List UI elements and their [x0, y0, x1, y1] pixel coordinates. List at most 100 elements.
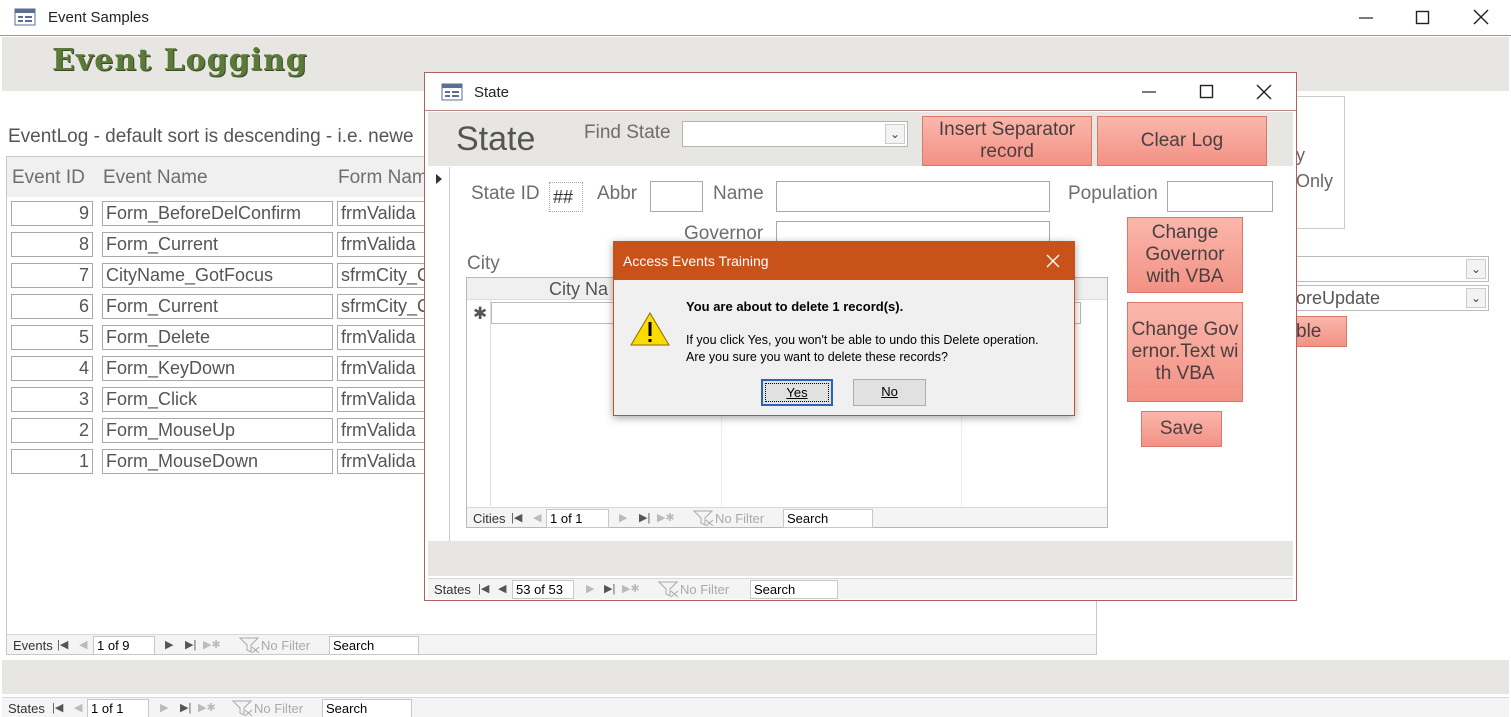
yes-button[interactable]: Yes	[761, 379, 833, 406]
population-label: Population	[1068, 183, 1158, 204]
event-name-cell[interactable]: Form_Current	[102, 294, 333, 319]
events-record-box[interactable]: 1 of 9	[93, 636, 155, 655]
state-search[interactable]: Search	[750, 580, 838, 599]
dropdown-icon[interactable]: ⌄	[885, 124, 905, 144]
minimize-icon[interactable]	[1139, 82, 1159, 102]
form-name-cell[interactable]: frmValida	[337, 387, 437, 412]
change-governor-button[interactable]: Change Governor with VBA	[1127, 217, 1243, 293]
name-field[interactable]	[776, 181, 1050, 212]
dropdown-icon[interactable]: ⌄	[1466, 288, 1486, 308]
form-name-cell[interactable]: frmValida	[337, 201, 437, 226]
form-name-cell[interactable]: frmValida	[337, 356, 437, 381]
next-record-icon[interactable]: ▶	[586, 582, 594, 595]
event-id-cell[interactable]: 9	[11, 201, 93, 226]
cities-search[interactable]: Search	[783, 509, 873, 528]
event-id-cell[interactable]: 6	[11, 294, 93, 319]
event-name-cell[interactable]: CityName_GotFocus	[102, 263, 333, 288]
first-record-icon[interactable]: |◀	[511, 511, 522, 524]
dropdown-icon[interactable]: ⌄	[1466, 259, 1486, 279]
no-button[interactable]: No	[853, 379, 926, 406]
events-search[interactable]: Search	[329, 636, 419, 655]
cities-record-box[interactable]: 1 of 1	[546, 509, 609, 528]
states-search[interactable]: Search	[322, 699, 412, 717]
filter-icon	[658, 580, 680, 598]
state-nav-label: States	[434, 582, 471, 597]
find-state-combo[interactable]: ⌄	[682, 121, 908, 147]
form-name-cell[interactable]: frmValida	[337, 418, 437, 443]
state-filter-label[interactable]: No Filter	[680, 582, 729, 597]
new-record-icon: ✱	[473, 304, 488, 323]
header-title: Event Logging	[52, 43, 308, 78]
last-record-icon[interactable]: ▶|	[180, 701, 191, 714]
event-id-cell[interactable]: 3	[11, 387, 93, 412]
state-form-footer	[428, 541, 1293, 576]
form-name-cell[interactable]: sfrmCity_C	[337, 263, 437, 288]
form-name-cell[interactable]: frmValida	[337, 325, 437, 350]
maximize-icon[interactable]	[1197, 82, 1217, 102]
event-id-cell[interactable]: 4	[11, 356, 93, 381]
event-name-cell[interactable]: Form_Current	[102, 232, 333, 257]
prev-record-icon[interactable]: ◀	[498, 582, 506, 595]
state-record-box[interactable]: 53 of 53	[512, 580, 574, 599]
first-record-icon[interactable]: |◀	[478, 582, 489, 595]
prev-record-icon[interactable]: ◀	[79, 638, 87, 651]
close-icon[interactable]	[1043, 251, 1063, 271]
new-nav-icon[interactable]: ▶✱	[198, 701, 216, 714]
close-icon[interactable]	[1471, 7, 1491, 27]
event-id-cell[interactable]: 8	[11, 232, 93, 257]
right-combo-1[interactable]: ⌄	[1296, 256, 1489, 282]
event-name-cell[interactable]: Form_MouseUp	[102, 418, 333, 443]
form-footer	[2, 660, 1509, 694]
new-nav-icon[interactable]: ▶✱	[622, 582, 640, 595]
event-name-cell[interactable]: Form_MouseDown	[102, 449, 333, 474]
dialog-line-2: Are you sure you want to delete these re…	[686, 350, 948, 364]
warning-icon	[630, 311, 670, 347]
event-id-cell[interactable]: 1	[11, 449, 93, 474]
close-icon[interactable]	[1254, 82, 1274, 102]
record-selector[interactable]	[428, 167, 450, 541]
last-record-icon[interactable]: ▶|	[604, 582, 615, 595]
states-filter-label[interactable]: No Filter	[254, 701, 303, 716]
next-record-icon[interactable]: ▶	[165, 638, 173, 651]
insert-separator-button[interactable]: Insert Separator record	[922, 116, 1092, 166]
save-button[interactable]: Save	[1141, 411, 1222, 447]
clear-log-label: Clear Log	[1140, 130, 1224, 151]
form-name-cell[interactable]: frmValida	[337, 449, 437, 474]
minimize-icon[interactable]	[1356, 8, 1376, 28]
event-id-cell[interactable]: 2	[11, 418, 93, 443]
form-name-cell[interactable]: sfrmCity_C	[337, 294, 437, 319]
next-record-icon[interactable]: ▶	[619, 511, 627, 524]
event-name-cell[interactable]: Form_BeforeDelConfirm	[102, 201, 333, 226]
last-record-icon[interactable]: ▶|	[185, 638, 196, 651]
event-id-cell[interactable]: 7	[11, 263, 93, 288]
population-field[interactable]	[1167, 181, 1273, 212]
abbr-field[interactable]	[650, 181, 703, 212]
form-name-cell[interactable]: frmValida	[337, 232, 437, 257]
prev-record-icon[interactable]: ◀	[74, 701, 82, 714]
first-record-icon[interactable]: |◀	[52, 701, 63, 714]
event-name-cell[interactable]: Form_KeyDown	[102, 356, 333, 381]
abbr-label: Abbr	[597, 183, 638, 204]
events-filter-label[interactable]: No Filter	[261, 638, 310, 653]
last-record-icon[interactable]: ▶|	[639, 511, 650, 524]
right-combo-2[interactable]: oreUpdate ⌄	[1296, 285, 1489, 311]
new-nav-icon[interactable]: ▶✱	[203, 638, 221, 651]
right-option-frame: y Only	[1296, 96, 1345, 229]
new-nav-icon[interactable]: ▶✱	[657, 511, 675, 524]
change-governor-text-button[interactable]: Change Governor.Text with VBA	[1127, 302, 1243, 402]
cities-filter-label[interactable]: No Filter	[715, 511, 764, 526]
maximize-icon[interactable]	[1413, 8, 1433, 28]
event-name-cell[interactable]: Form_Delete	[102, 325, 333, 350]
right-red-button[interactable]: ble	[1296, 316, 1347, 347]
event-name-cell[interactable]: Form_Click	[102, 387, 333, 412]
event-id-cell[interactable]: 5	[11, 325, 93, 350]
first-record-icon[interactable]: |◀	[57, 638, 68, 651]
prev-record-icon[interactable]: ◀	[533, 511, 541, 524]
next-record-icon[interactable]: ▶	[160, 701, 168, 714]
clear-log-button[interactable]: Clear Log	[1097, 116, 1267, 166]
state-id-field[interactable]: ##	[549, 182, 583, 212]
states-record-box[interactable]: 1 of 1	[87, 699, 149, 717]
filter-icon	[239, 636, 261, 654]
events-nav-label: Events	[13, 638, 53, 653]
col-form-name: Form Nam	[338, 167, 428, 188]
